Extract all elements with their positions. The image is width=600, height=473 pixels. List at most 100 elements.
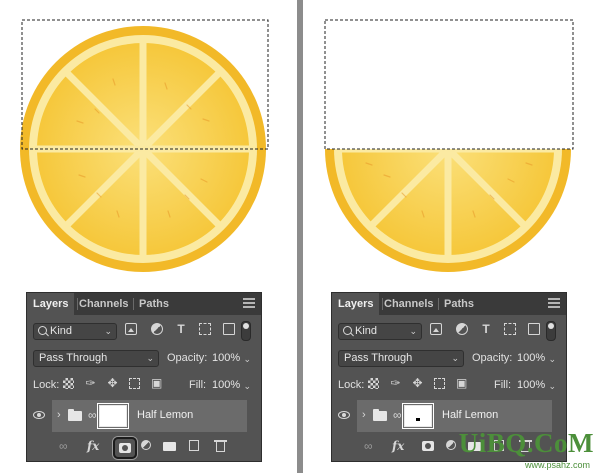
canvas-left: Layers Channels Paths Kind ⌄ T Pass Thro…	[0, 0, 297, 473]
expand-arrow-icon[interactable]: ›	[57, 409, 61, 421]
blend-mode-select[interactable]: Pass Through ⌄	[338, 350, 464, 367]
filter-kind-select[interactable]: Kind ⌄	[338, 323, 422, 340]
panel-menu-icon[interactable]	[243, 298, 255, 310]
link-layers-icon[interactable]: ∞	[364, 439, 373, 453]
lock-all-icon[interactable]: ▣	[456, 377, 467, 389]
layer-mask-icon	[119, 443, 131, 453]
search-icon	[343, 326, 352, 335]
layer-row[interactable]: › ∞ Half Lemon	[27, 400, 261, 432]
opacity-field[interactable]: 100% ⌄	[514, 350, 560, 367]
opacity-value: 100%	[212, 352, 241, 364]
filter-kind-select[interactable]: Kind ⌄	[33, 323, 117, 340]
fx-button[interactable]: fx	[87, 439, 99, 453]
lock-position-icon[interactable]: ✥	[412, 377, 423, 389]
delete-layer-button[interactable]	[214, 439, 227, 453]
watermark: UiBQ.CoM www.psahz.com	[438, 428, 598, 470]
lock-position-icon[interactable]: ✥	[107, 377, 118, 389]
watermark-url: www.psahz.com	[524, 460, 590, 470]
chevron-down-icon: ⌄	[409, 326, 417, 336]
canvas-right: Layers Channels Paths Kind ⌄ T Pass Thro…	[303, 0, 600, 473]
opacity-value: 100%	[517, 352, 546, 364]
opacity-label: Opacity:	[167, 352, 208, 364]
tab-channels[interactable]: Channels	[79, 293, 129, 315]
fill-label: Fill:	[189, 379, 207, 391]
image-filter-icon[interactable]	[125, 323, 137, 335]
filter-toggle[interactable]	[546, 321, 556, 341]
blend-mode-label: Pass Through	[39, 352, 108, 364]
tab-channels[interactable]: Channels	[384, 293, 434, 315]
fx-button[interactable]: fx	[392, 439, 404, 453]
chevron-down-icon: ⌄	[243, 354, 251, 364]
lock-image-pixels-icon[interactable]: ✑	[85, 377, 96, 389]
chain-link-icon[interactable]: ∞	[88, 408, 97, 422]
panel-tab-bar: Layers Channels Paths	[332, 293, 566, 315]
new-page-icon	[189, 440, 199, 451]
panel-menu-icon[interactable]	[548, 298, 560, 310]
tab-separator	[133, 298, 134, 310]
watermark-logo: UiBQ.CoM	[458, 428, 594, 458]
shape-filter-icon[interactable]	[504, 323, 516, 335]
layer-row-body[interactable]: › ∞ Half Lemon	[52, 400, 247, 432]
opacity-field[interactable]: 100% ⌄	[209, 350, 255, 367]
smart-object-filter-icon[interactable]	[528, 323, 540, 335]
type-filter-icon[interactable]: T	[175, 323, 187, 335]
chevron-down-icon: ⌄	[146, 353, 154, 363]
type-filter-icon[interactable]: T	[480, 323, 492, 335]
tab-layers[interactable]: Layers	[332, 293, 380, 315]
lock-label: Lock:	[33, 379, 60, 391]
blend-mode-label: Pass Through	[344, 352, 413, 364]
half-circle-adjustment-icon	[141, 440, 151, 450]
tab-layers[interactable]: Layers	[27, 293, 75, 315]
lock-label: Lock:	[338, 379, 365, 391]
fill-value: 100%	[517, 379, 546, 391]
search-icon	[38, 326, 47, 335]
folder-icon	[68, 409, 82, 421]
eye-icon	[338, 411, 350, 419]
add-mask-button[interactable]	[418, 437, 438, 455]
fill-field[interactable]: 100% ⌄	[209, 377, 255, 394]
layer-mask-thumbnail[interactable]	[97, 403, 129, 429]
add-mask-button[interactable]	[113, 437, 137, 459]
tab-paths[interactable]: Paths	[444, 293, 474, 315]
expand-arrow-icon[interactable]: ›	[362, 409, 366, 421]
lock-transparent-pixels-icon[interactable]	[63, 378, 74, 389]
panel-bottom-bar: ∞ fx	[27, 433, 261, 461]
visibility-toggle[interactable]	[27, 400, 51, 432]
layer-name[interactable]: Half Lemon	[442, 409, 498, 421]
lock-all-icon[interactable]: ▣	[151, 377, 162, 389]
mask-content-mark	[416, 418, 420, 421]
chevron-down-icon: ⌄	[548, 354, 556, 364]
fill-value: 100%	[212, 379, 241, 391]
adjustment-filter-icon[interactable]	[456, 323, 468, 335]
lock-transparent-pixels-icon[interactable]	[368, 378, 379, 389]
filter-kind-label: Kind	[50, 325, 73, 337]
lock-artboard-icon[interactable]	[129, 378, 140, 389]
new-fill-adjustment-button[interactable]	[141, 439, 153, 453]
folder-icon	[163, 442, 176, 451]
image-filter-icon[interactable]	[430, 323, 442, 335]
new-group-button[interactable]	[163, 439, 177, 453]
smart-object-filter-icon[interactable]	[223, 323, 235, 335]
layer-mask-thumbnail[interactable]	[402, 403, 434, 429]
adjustment-filter-icon[interactable]	[151, 323, 163, 335]
chevron-down-icon: ⌄	[548, 381, 556, 391]
trash-icon	[216, 442, 225, 452]
selection-marquee	[324, 19, 574, 150]
new-layer-button[interactable]	[189, 439, 201, 453]
blend-mode-select[interactable]: Pass Through ⌄	[33, 350, 159, 367]
tab-paths[interactable]: Paths	[139, 293, 169, 315]
chain-link-icon[interactable]: ∞	[393, 408, 402, 422]
link-layers-icon[interactable]: ∞	[59, 439, 68, 453]
lock-artboard-icon[interactable]	[434, 378, 445, 389]
visibility-toggle[interactable]	[332, 400, 356, 432]
fill-field[interactable]: 100% ⌄	[514, 377, 560, 394]
opacity-label: Opacity:	[472, 352, 513, 364]
chevron-down-icon: ⌄	[243, 381, 251, 391]
filter-toggle[interactable]	[241, 321, 251, 341]
layer-name[interactable]: Half Lemon	[137, 409, 193, 421]
chevron-down-icon: ⌄	[451, 353, 459, 363]
folder-icon	[373, 409, 387, 421]
shape-filter-icon[interactable]	[199, 323, 211, 335]
tab-separator	[438, 298, 439, 310]
lock-image-pixels-icon[interactable]: ✑	[390, 377, 401, 389]
